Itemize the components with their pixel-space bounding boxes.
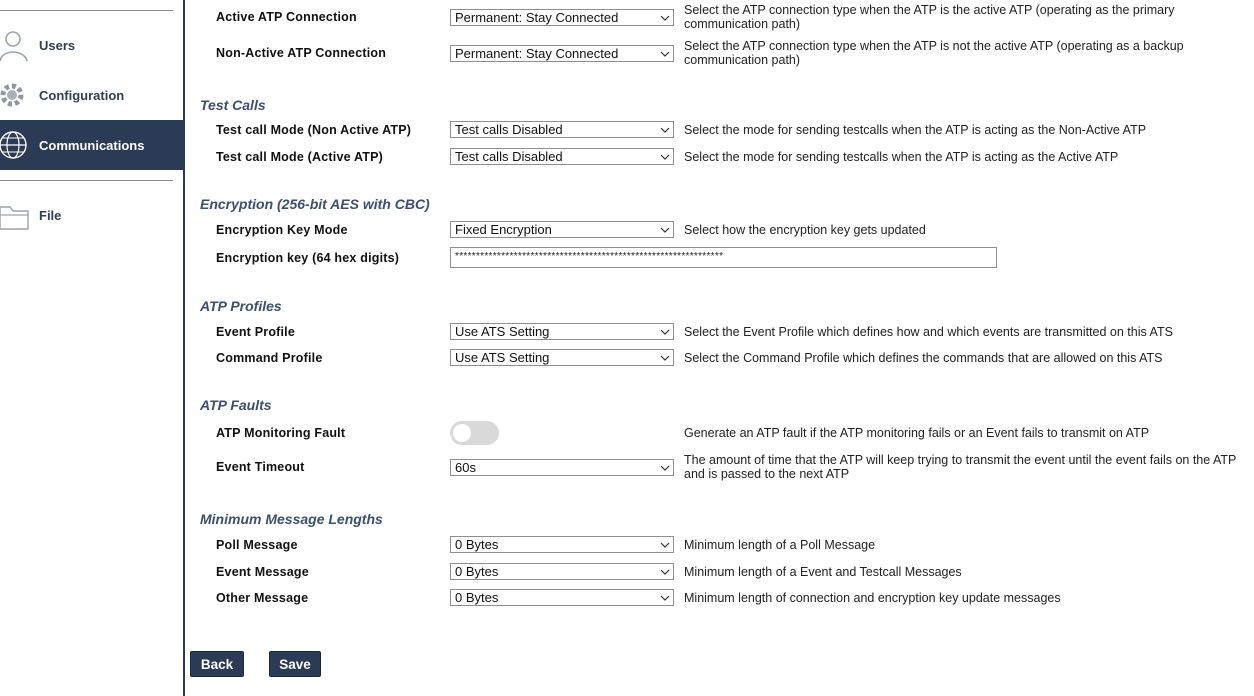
atp-monitoring-fault-toggle[interactable] xyxy=(450,421,499,445)
sidebar-item-configuration[interactable]: Configuration xyxy=(0,71,183,119)
event-profile-label: Event Profile xyxy=(216,325,296,339)
poll-message-label: Poll Message xyxy=(216,538,298,552)
select-value: 0 Bytes xyxy=(455,564,499,579)
event-profile-select[interactable]: Use ATS Setting xyxy=(450,323,674,340)
select-value: 60s xyxy=(455,460,476,475)
toggle-knob xyxy=(453,424,471,442)
sidebar-item-label: File xyxy=(39,207,62,223)
sidebar-item-file[interactable]: File xyxy=(0,191,183,239)
sidebar-item-communications[interactable]: Communications xyxy=(0,120,183,170)
sidebar-item-label: Users xyxy=(39,37,76,53)
chevron-down-icon xyxy=(660,595,670,601)
gear-icon xyxy=(0,83,24,107)
sidebar-item-label: Configuration xyxy=(39,87,125,103)
active-atp-connection-select[interactable]: Permanent: Stay Connected xyxy=(450,9,674,26)
event-timeout-label: Event Timeout xyxy=(216,460,305,474)
encryption-key-input[interactable]: ****************************************… xyxy=(450,247,997,268)
nonactive-atp-connection-description: Select the ATP connection type when the … xyxy=(684,39,1184,67)
poll-message-select[interactable]: 0 Bytes xyxy=(450,536,674,553)
user-icon xyxy=(0,31,28,62)
sidebar-item-users[interactable]: Users xyxy=(0,21,183,69)
chevron-down-icon xyxy=(660,227,670,233)
encryption-key-mode-label: Encryption Key Mode xyxy=(216,223,348,237)
select-value: Use ATS Setting xyxy=(455,324,550,339)
section-title-test-calls: Test Calls xyxy=(200,97,266,113)
poll-message-description: Minimum length of a Poll Message xyxy=(684,538,876,552)
section-title-encryption: Encryption (256-bit AES with CBC) xyxy=(200,196,430,212)
encryption-key-mode-description: Select how the encryption key gets updat… xyxy=(684,223,926,237)
test-call-mode-active-label: Test call Mode (Active ATP) xyxy=(216,150,384,164)
chevron-down-icon xyxy=(660,542,670,548)
select-value: 0 Bytes xyxy=(455,537,499,552)
chevron-down-icon xyxy=(660,51,670,57)
chevron-down-icon xyxy=(660,127,670,133)
select-value: Use ATS Setting xyxy=(455,350,550,365)
section-title-atp-faults: ATP Faults xyxy=(200,397,272,413)
command-profile-description: Select the Command Profile which defines… xyxy=(684,351,1163,365)
chevron-down-icon xyxy=(660,329,670,335)
nonactive-atp-connection-select[interactable]: Permanent: Stay Connected xyxy=(450,45,674,62)
event-message-description: Minimum length of a Event and Testcall M… xyxy=(684,565,962,579)
chevron-down-icon xyxy=(660,569,670,575)
folder-icon xyxy=(0,206,29,230)
other-message-select[interactable]: 0 Bytes xyxy=(450,589,674,606)
select-value: Fixed Encryption xyxy=(455,222,552,237)
save-button[interactable]: Save xyxy=(269,651,321,677)
event-timeout-description: The amount of time that the ATP will kee… xyxy=(684,453,1237,481)
command-profile-select[interactable]: Use ATS Setting xyxy=(450,349,674,366)
event-timeout-select[interactable]: 60s xyxy=(450,459,674,476)
chevron-down-icon xyxy=(660,465,670,471)
encryption-key-mode-select[interactable]: Fixed Encryption xyxy=(450,221,674,238)
test-call-mode-nonactive-description: Select the mode for sending testcalls wh… xyxy=(684,123,1147,137)
sidebar-item-label: Communications xyxy=(39,137,145,153)
event-message-select[interactable]: 0 Bytes xyxy=(450,563,674,580)
select-value: Permanent: Stay Connected xyxy=(455,10,619,25)
sidebar-divider xyxy=(0,10,173,11)
command-profile-label: Command Profile xyxy=(216,351,323,365)
select-value: Test calls Disabled xyxy=(455,122,563,137)
chevron-down-icon xyxy=(660,15,670,21)
select-value: Test calls Disabled xyxy=(455,149,563,164)
chevron-down-icon xyxy=(660,355,670,361)
event-profile-description: Select the Event Profile which defines h… xyxy=(684,325,1173,339)
main-content: Active ATP Connection Permanent: Stay Co… xyxy=(185,0,1254,696)
sidebar: Users Configuration Communications File xyxy=(0,0,185,696)
nonactive-atp-connection-label: Non-Active ATP Connection xyxy=(216,46,387,60)
active-atp-connection-label: Active ATP Connection xyxy=(216,10,357,24)
chevron-down-icon xyxy=(660,154,670,160)
sidebar-divider xyxy=(0,180,173,181)
section-title-atp-profiles: ATP Profiles xyxy=(200,298,282,314)
test-call-mode-active-select[interactable]: Test calls Disabled xyxy=(450,148,674,165)
section-title-minimum-message-lengths: Minimum Message Lengths xyxy=(200,511,383,527)
test-call-mode-active-description: Select the mode for sending testcalls wh… xyxy=(684,150,1119,164)
active-atp-connection-description: Select the ATP connection type when the … xyxy=(684,3,1175,31)
atp-monitoring-fault-description: Generate an ATP fault if the ATP monitor… xyxy=(684,426,1150,440)
globe-icon xyxy=(0,131,27,159)
test-call-mode-nonactive-label: Test call Mode (Non Active ATP) xyxy=(216,123,412,137)
event-message-label: Event Message xyxy=(216,565,309,579)
other-message-description: Minimum length of connection and encrypt… xyxy=(684,591,1061,605)
other-message-label: Other Message xyxy=(216,591,309,605)
select-value: 0 Bytes xyxy=(455,590,499,605)
encryption-key-label: Encryption key (64 hex digits) xyxy=(216,251,400,265)
select-value: Permanent: Stay Connected xyxy=(455,46,619,61)
test-call-mode-nonactive-select[interactable]: Test calls Disabled xyxy=(450,121,674,138)
back-button[interactable]: Back xyxy=(190,651,244,677)
atp-monitoring-fault-label: ATP Monitoring Fault xyxy=(216,426,346,440)
